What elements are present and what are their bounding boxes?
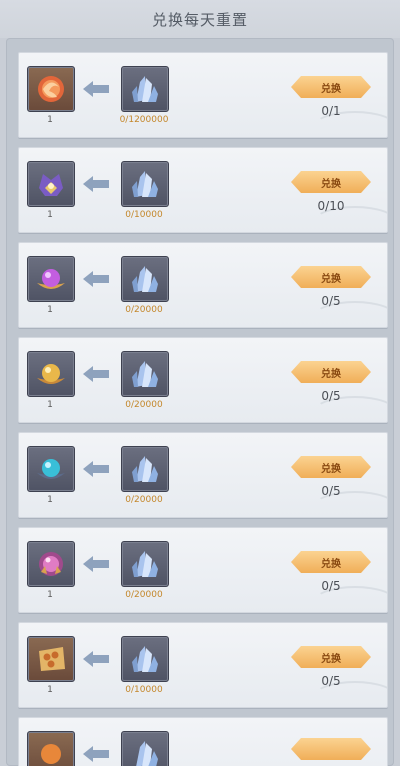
reward-count: 1 [47, 685, 53, 695]
reward-count: 1 [47, 590, 53, 600]
cost-count: 0/20000 [125, 400, 163, 410]
arrow-left-icon [83, 81, 109, 97]
crystal-icon [136, 741, 158, 766]
crystal-icon [132, 551, 158, 577]
arrow-left-icon [83, 651, 109, 667]
reward-slot[interactable] [27, 161, 75, 207]
arrow-left-icon [83, 176, 109, 192]
exchange-row: 1 0/10000 兑换 0/10 [18, 147, 388, 233]
cost-slot[interactable] [121, 256, 169, 302]
crystal-icon [132, 171, 158, 197]
exchange-progress: 0/5 [321, 674, 341, 688]
cost-count: 0/20000 [125, 495, 163, 505]
reward-slot[interactable] [27, 541, 75, 587]
cost-slot[interactable] [121, 636, 169, 682]
cyan-pearl-icon [37, 459, 65, 479]
exchange-row: 1 0/20000 兑换 0/5 [18, 337, 388, 423]
exchange-button[interactable]: 兑换 [291, 266, 371, 288]
reward-count: 1 [47, 495, 53, 505]
cost-slot[interactable] [121, 446, 169, 492]
exchange-button[interactable]: 兑换 [291, 456, 371, 478]
crystal-icon [132, 361, 158, 387]
reward-count: 1 [47, 115, 53, 125]
cost-count: 0/20000 [125, 305, 163, 315]
cost-slot[interactable] [121, 66, 169, 112]
exchange-progress: 0/10 [317, 199, 345, 213]
cost-count: 0/1200000 [119, 115, 169, 125]
reward-slot[interactable] [27, 256, 75, 302]
crystal-icon [132, 76, 158, 102]
arrow-left-icon [83, 366, 109, 382]
cost-count: 0/10000 [125, 685, 163, 695]
crystal-icon [132, 456, 158, 482]
page-title-bar: 兑换每天重置 [0, 0, 400, 38]
exchange-button[interactable]: 兑换 [291, 361, 371, 383]
crystal-icon [132, 266, 158, 292]
exchange-progress: 0/5 [321, 484, 341, 498]
orange-orb-icon [41, 744, 61, 764]
cost-count: 0/20000 [125, 590, 163, 600]
exchange-button[interactable] [291, 738, 371, 760]
exchange-row: 1 0/10000 兑换 0/5 [18, 622, 388, 708]
exchange-list[interactable]: 1 0/1200000 兑换 0/1 1 0/10000 兑换 0/10 1 0… [6, 38, 394, 766]
exchange-row-partial [18, 717, 388, 766]
exchange-row: 1 0/1200000 兑换 0/1 [18, 52, 388, 138]
reward-count: 1 [47, 305, 53, 315]
exchange-button[interactable]: 兑换 [291, 76, 371, 98]
exchange-row: 1 0/20000 兑换 0/5 [18, 432, 388, 518]
reward-slot[interactable] [27, 66, 75, 112]
reward-slot[interactable] [27, 446, 75, 492]
fire-orb-icon [38, 76, 64, 102]
exchange-button[interactable]: 兑换 [291, 551, 371, 573]
magic-orb-icon [39, 552, 63, 576]
cost-slot[interactable] [121, 351, 169, 397]
arrow-left-icon [83, 461, 109, 477]
exchange-row: 1 0/20000 兑换 0/5 [18, 242, 388, 328]
exchange-progress: 0/5 [321, 389, 341, 403]
gold-pearl-icon [37, 364, 65, 384]
exchange-progress: 0/1 [321, 104, 341, 118]
reward-slot[interactable] [27, 731, 75, 766]
cost-count: 0/10000 [125, 210, 163, 220]
exchange-progress: 0/5 [321, 294, 341, 308]
cost-slot[interactable] [121, 541, 169, 587]
crystal-icon [132, 646, 158, 672]
reward-count: 1 [47, 210, 53, 220]
arrow-left-icon [83, 746, 109, 762]
cost-slot[interactable] [121, 161, 169, 207]
exchange-row: 1 0/20000 兑换 0/5 [18, 527, 388, 613]
purple-helmet-icon [39, 174, 63, 196]
page-title: 兑换每天重置 [151, 10, 248, 29]
arrow-left-icon [83, 556, 109, 572]
treasure-map-icon [39, 647, 65, 671]
exchange-button[interactable]: 兑换 [291, 646, 371, 668]
reward-slot[interactable] [27, 636, 75, 682]
cost-slot[interactable] [121, 731, 169, 766]
exchange-button[interactable]: 兑换 [291, 171, 371, 193]
purple-pearl-icon [37, 269, 65, 289]
exchange-progress: 0/5 [321, 579, 341, 593]
reward-slot[interactable] [27, 351, 75, 397]
arrow-left-icon [83, 271, 109, 287]
reward-count: 1 [47, 400, 53, 410]
